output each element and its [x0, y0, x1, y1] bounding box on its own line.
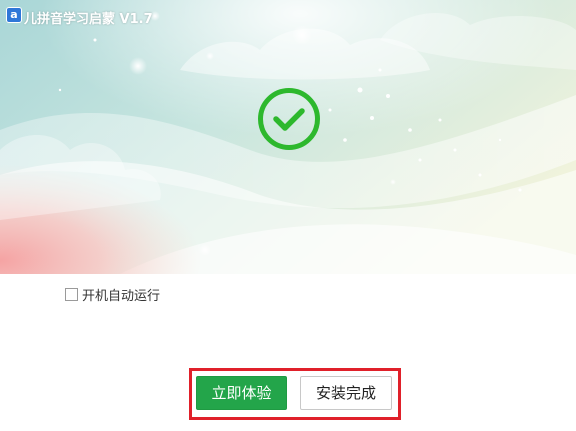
autorun-label: 开机自动运行 — [82, 288, 161, 304]
finish-install-button[interactable]: 安装完成 — [300, 376, 392, 410]
app-logo-icon: a — [6, 7, 22, 23]
try-now-button[interactable]: 立即体验 — [196, 376, 287, 410]
autorun-checkbox[interactable] — [65, 287, 78, 301]
installer-window: a 儿拼音学习启蒙 V1.7 开机自动运行 立即体验 安装完成 — [0, 0, 576, 431]
autorun-option[interactable]: 开机自动运行 — [65, 285, 161, 304]
window-title: 儿拼音学习启蒙 V1.7 — [24, 12, 153, 27]
checkmark-circle-icon — [258, 88, 320, 150]
banner: a 儿拼音学习启蒙 V1.7 — [0, 0, 576, 274]
title-bar: a 儿拼音学习启蒙 V1.7 — [0, 0, 576, 34]
